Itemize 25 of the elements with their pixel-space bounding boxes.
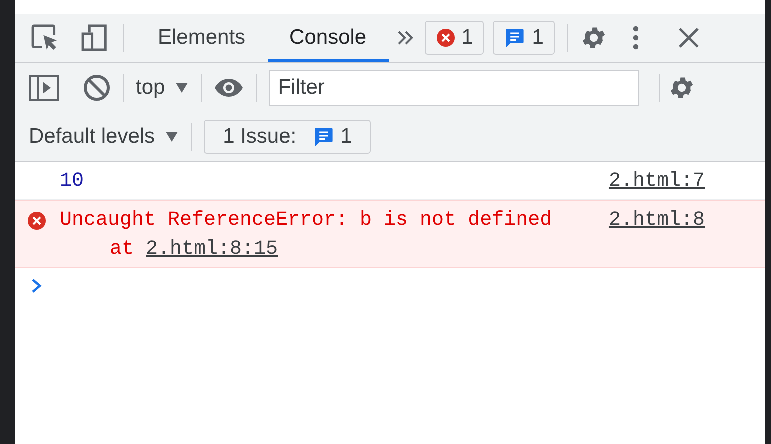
stack-link[interactable]: 2.html:8:15	[146, 238, 278, 261]
filter-field[interactable]: Filter	[269, 70, 640, 106]
error-icon	[27, 211, 47, 231]
eye-icon[interactable]	[214, 78, 244, 98]
stack-prefix: at	[110, 238, 134, 261]
error-count-button[interactable]: 1	[424, 21, 484, 55]
sidebar-toggle-icon[interactable]	[29, 74, 59, 100]
prompt-icon	[31, 278, 43, 294]
log-value: 10	[60, 170, 86, 193]
message-count-button[interactable]: 1	[493, 21, 555, 55]
close-icon[interactable]	[678, 27, 700, 49]
panel-tab[interactable]: Elements	[136, 14, 268, 62]
context-dropdown[interactable]: top	[136, 76, 190, 100]
message-icon	[504, 27, 526, 49]
more-options-icon[interactable]	[632, 25, 640, 51]
error-text: Uncaught ReferenceError: b is not defined	[60, 209, 554, 232]
caret-icon	[165, 130, 180, 142]
error-icon	[436, 28, 456, 48]
message-icon	[312, 126, 335, 148]
log-levels-dropdown[interactable]: Default levels	[29, 124, 180, 148]
clear-icon[interactable]	[83, 74, 111, 102]
caret-icon	[175, 82, 190, 94]
source-link[interactable]: 2.html:8	[608, 209, 705, 232]
issues-button[interactable]: 1 Issue: 1	[204, 120, 372, 154]
source-link[interactable]: 2.html:7	[608, 170, 705, 193]
